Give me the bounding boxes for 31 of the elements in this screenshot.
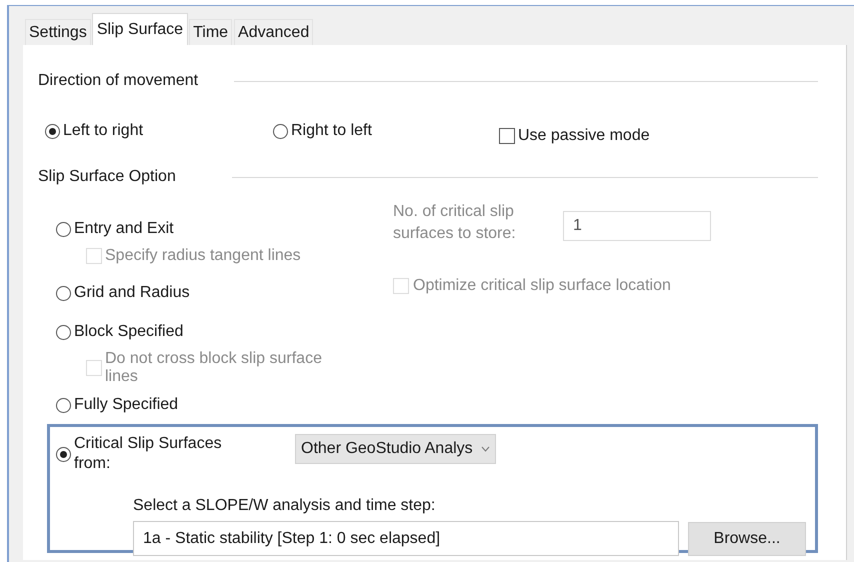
checkbox-label: Do not cross block slip surface lines xyxy=(105,350,323,386)
prompt-label: Select a SLOPE/W analysis and time step: xyxy=(133,496,436,516)
radio-button[interactable] xyxy=(56,286,71,300)
input-field[interactable]: 1a - Static stability [Step 1: 0 sec elapsed] xyxy=(133,521,679,556)
checkbox[interactable] xyxy=(499,128,515,144)
radio-button[interactable] xyxy=(56,446,71,462)
field-label: No. of critical slip surfaces to store: xyxy=(393,202,517,244)
section-heading: Slip Surface Option xyxy=(38,167,176,187)
dropdown[interactable]: Other GeoStudio Analys xyxy=(295,434,496,464)
checkbox-label: Specify radius tangent lines xyxy=(105,247,302,265)
browse-button[interactable]: Browse... xyxy=(688,522,806,556)
radio-label: Entry and Exit xyxy=(74,219,174,239)
radio-button[interactable] xyxy=(56,398,71,412)
tab[interactable]: Advanced xyxy=(234,19,314,45)
checkbox-label: Optimize critical slip surface location xyxy=(413,276,671,296)
radio-button[interactable] xyxy=(56,222,71,236)
radio-label: Fully Specified xyxy=(74,395,178,415)
radio-label: Left to right xyxy=(63,121,144,141)
radio-label: Grid and Radius xyxy=(74,283,190,303)
radio-button[interactable] xyxy=(273,124,288,138)
checkbox-label: Use passive mode xyxy=(518,126,650,146)
tab[interactable]: Time xyxy=(189,19,232,45)
tab[interactable]: Slip Surface xyxy=(92,13,188,45)
radio-label: Block Specified xyxy=(74,322,184,342)
section-heading: Direction of movement xyxy=(38,71,198,91)
radio-label: Right to left xyxy=(291,121,372,141)
chevron-down-icon xyxy=(480,446,490,452)
tab[interactable]: Settings xyxy=(25,19,91,45)
radio-label: Critical Slip Surfaces from: xyxy=(74,434,223,474)
radio-button[interactable] xyxy=(45,124,60,138)
radio-button[interactable] xyxy=(56,324,71,340)
